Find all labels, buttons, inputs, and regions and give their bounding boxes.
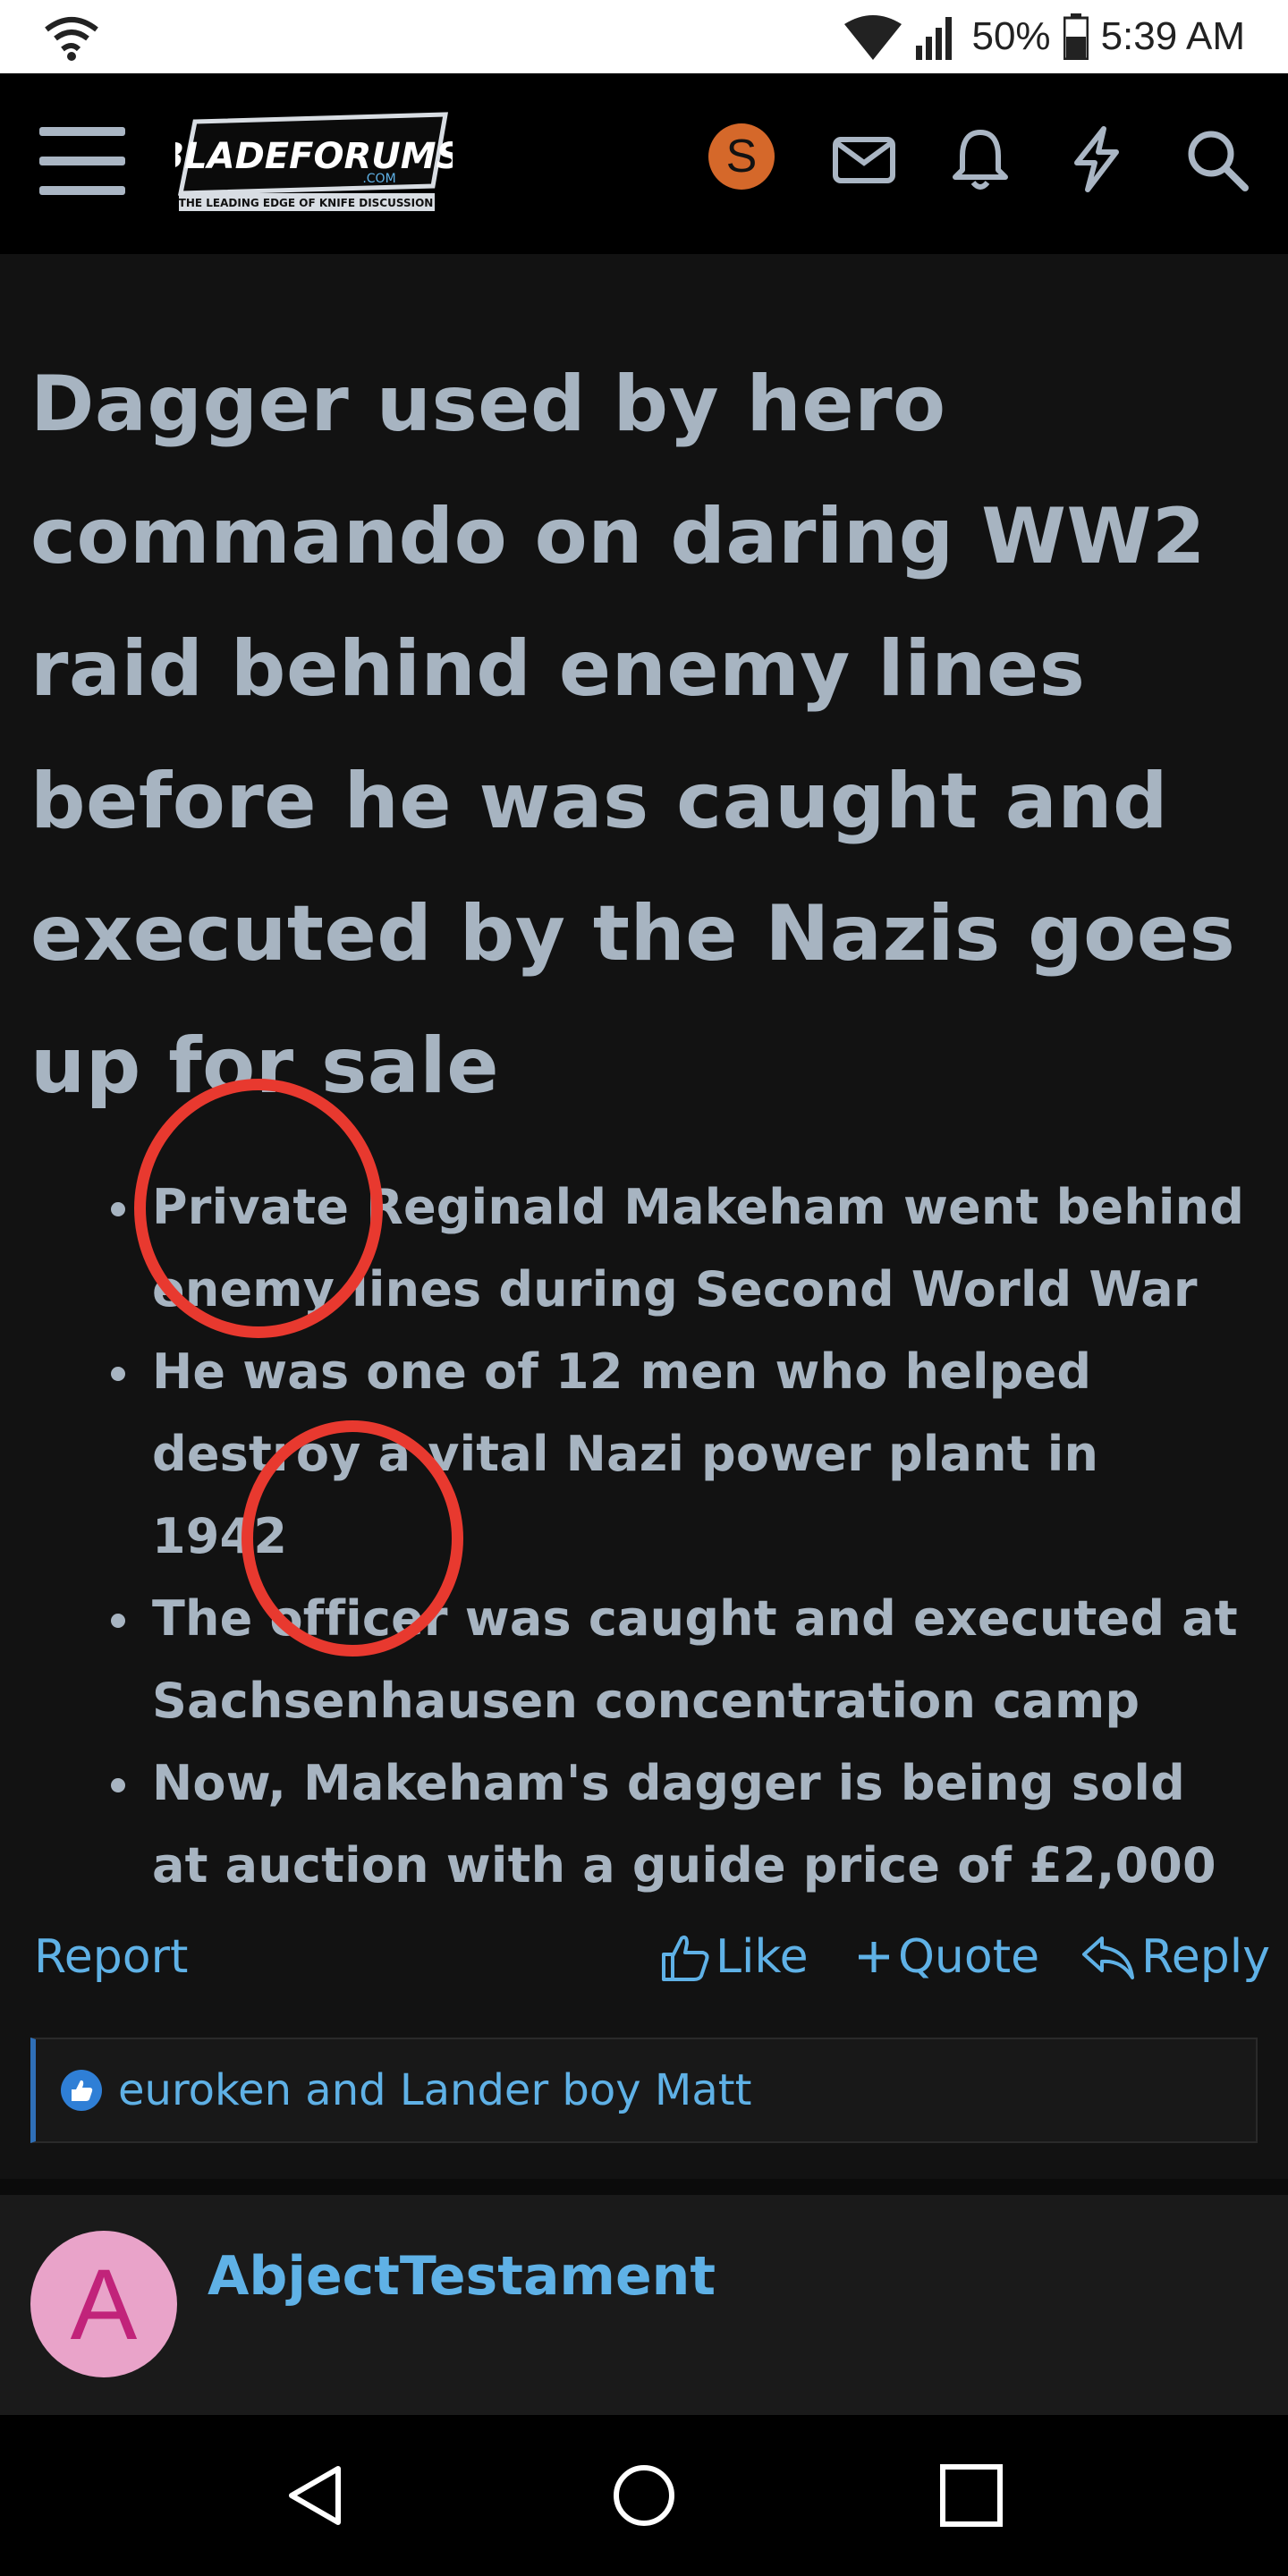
back-icon[interactable] (281, 2460, 352, 2531)
thread-title: Dagger used by hero commando on daring W… (30, 360, 1236, 1111)
wifi-icon (844, 15, 902, 60)
user-avatar-button[interactable]: S (708, 123, 775, 190)
reply-icon (1082, 1936, 1134, 1979)
status-bar: 50% 5:39 AM (0, 0, 1288, 73)
plus-icon (859, 1942, 889, 1972)
logo-tagline: THE LEADING EDGE OF KNIFE DISCUSSION (179, 197, 434, 209)
like-label: Like (716, 1930, 809, 1984)
annotation-circle (242, 1420, 463, 1657)
recents-icon[interactable] (936, 2460, 1007, 2531)
clock: 5:39 AM (1100, 14, 1245, 58)
post-actions: Report Like Quote Reply (0, 1921, 1288, 1993)
next-post: A AbjectTestament (0, 2195, 1288, 2415)
reply-button[interactable]: Reply (1080, 1930, 1270, 1984)
quote-button[interactable]: Quote (855, 1930, 1039, 1984)
home-icon[interactable] (608, 2460, 680, 2531)
bullet-item: Now, Makeham's dagger is being sold at a… (95, 1742, 1249, 1907)
reply-label: Reply (1141, 1930, 1271, 1984)
battery-icon (1063, 13, 1089, 60)
reactions-bar[interactable]: euroken and Lander boy Matt (30, 2038, 1258, 2143)
system-nav-bar (0, 2415, 1288, 2576)
site-header: BLADEFORUMS .COM THE LEADING EDGE OF KNI… (0, 73, 1288, 254)
bladeforums-logo[interactable]: BLADEFORUMS .COM THE LEADING EDGE OF KNI… (175, 111, 453, 216)
logo-wordmark: BLADEFORUMS (175, 136, 453, 177)
bolt-icon[interactable] (1061, 123, 1132, 195)
post-username[interactable]: AbjectTestament (208, 2245, 716, 2308)
wifi-calling-icon (45, 17, 98, 61)
like-button[interactable]: Like (658, 1930, 809, 1984)
battery-percent: 50% (971, 14, 1051, 58)
like-reaction-icon (61, 2070, 102, 2111)
mail-icon[interactable] (828, 123, 900, 195)
reactions-text: euroken and Lander boy Matt (118, 2065, 752, 2115)
search-icon[interactable] (1181, 123, 1252, 195)
thumbs-up-icon (662, 1935, 709, 1981)
logo-domain: .COM (362, 172, 395, 186)
signal-icon (916, 17, 953, 60)
report-link[interactable]: Report (34, 1930, 188, 1984)
post-divider (0, 2179, 1288, 2195)
menu-icon[interactable] (39, 127, 125, 199)
avatar[interactable]: A (30, 2231, 177, 2377)
quote-label: Quote (898, 1930, 1040, 1984)
bell-icon[interactable] (945, 123, 1016, 195)
annotation-circle (134, 1079, 383, 1338)
